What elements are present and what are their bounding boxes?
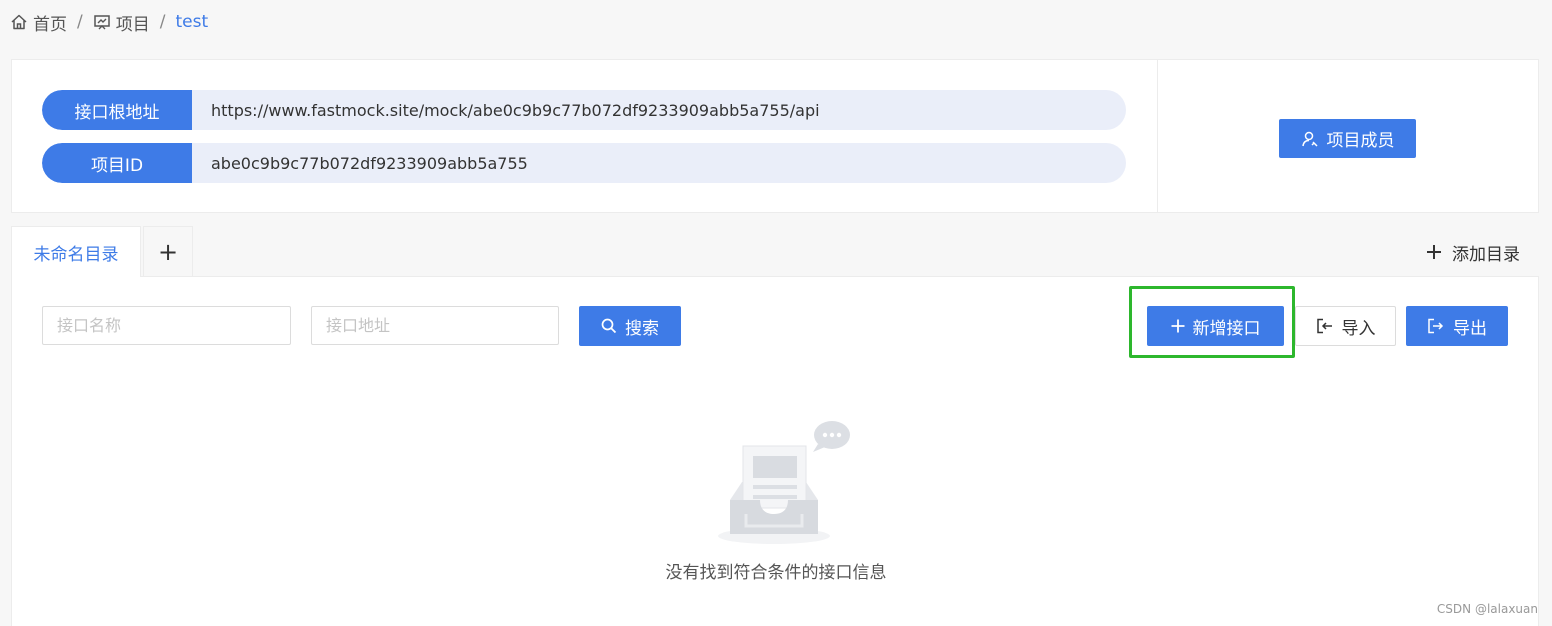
project-members-button[interactable]: 项目成员	[1279, 119, 1416, 158]
add-tab-button[interactable]: +	[143, 226, 193, 276]
breadcrumb-separator: /	[77, 12, 83, 32]
project-id-label: 项目ID	[42, 143, 192, 183]
project-id-row: 项目ID abe0c9b9c77b072df9233909abb5a755	[42, 143, 1126, 183]
breadcrumb-home-label: 首页	[33, 14, 67, 35]
base-url-row: 接口根地址 https://www.fastmock.site/mock/abe…	[42, 90, 1126, 130]
add-directory-button[interactable]: 添加目录	[1426, 236, 1520, 268]
search-button[interactable]: 搜索	[579, 306, 681, 346]
base-url-value[interactable]: https://www.fastmock.site/mock/abe0c9b9c…	[192, 90, 1126, 130]
import-icon	[1316, 318, 1334, 334]
breadcrumb-home[interactable]: 首页	[10, 10, 67, 35]
base-url-label: 接口根地址	[42, 90, 192, 130]
empty-inbox-illustration	[716, 418, 856, 548]
breadcrumb: 首页 / 项目 / test	[10, 8, 208, 36]
plus-icon	[1171, 319, 1185, 333]
empty-state-message: 没有找到符合条件的接口信息	[665, 563, 887, 583]
watermark: CSDN @lalaxuan	[1436, 602, 1538, 616]
presentation-icon	[93, 13, 111, 31]
breadcrumb-project-label: 项目	[115, 14, 150, 35]
add-directory-label: 添加目录	[1452, 244, 1520, 265]
export-button[interactable]: 导出	[1406, 306, 1508, 346]
api-name-input[interactable]	[42, 306, 291, 345]
breadcrumb-separator: /	[159, 12, 166, 32]
export-label: 导出	[1453, 318, 1487, 339]
user-add-icon	[1301, 130, 1319, 148]
breadcrumb-project[interactable]: 项目	[93, 10, 150, 35]
project-members-label: 项目成员	[1326, 131, 1395, 151]
new-api-label: 新增接口	[1192, 318, 1261, 339]
project-members-card: 项目成员	[1157, 59, 1539, 213]
new-api-button[interactable]: 新增接口	[1147, 306, 1284, 346]
import-button[interactable]: 导入	[1295, 306, 1396, 346]
import-label: 导入	[1341, 318, 1376, 339]
breadcrumb-current: test	[175, 12, 209, 32]
project-info-card: 接口根地址 https://www.fastmock.site/mock/abe…	[11, 59, 1157, 213]
search-icon	[601, 318, 617, 334]
api-url-input[interactable]	[311, 306, 559, 345]
home-icon	[10, 13, 28, 31]
project-id-value[interactable]: abe0c9b9c77b072df9233909abb5a755	[192, 143, 1126, 183]
plus-icon	[1426, 244, 1442, 260]
export-icon	[1427, 318, 1445, 334]
tab-unnamed-directory[interactable]: 未命名目录	[11, 226, 141, 277]
search-label: 搜索	[625, 318, 659, 339]
